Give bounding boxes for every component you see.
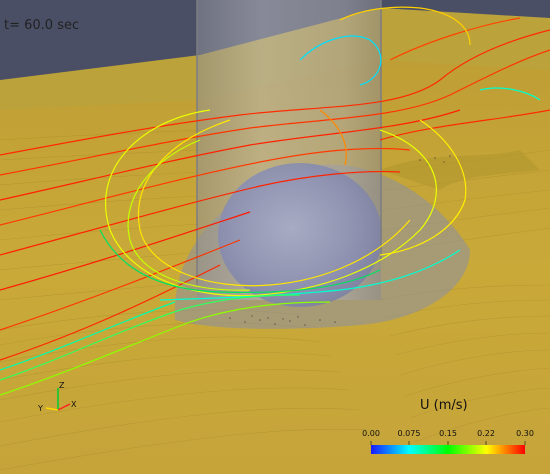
colorbar-tick-label: 0.075 xyxy=(397,429,421,438)
axis-z-label: Z xyxy=(59,381,65,390)
colorbar-tick-label: 0.22 xyxy=(477,429,495,438)
colorbar-ticks: 0.00 0.075 0.15 0.22 0.30 xyxy=(360,429,540,441)
visualization-viewport[interactable]: t= 60.0 sec U (m/s) 0.00 0.075 0.15 0.22… xyxy=(0,0,550,474)
axis-x-label: X xyxy=(71,400,77,409)
axis-y-label: Y xyxy=(37,404,43,413)
axes-triad: Z Y X xyxy=(37,381,77,413)
colorbar-title: U (m/s) xyxy=(420,398,468,413)
colorbar-tick-label: 0.15 xyxy=(439,429,457,438)
time-label: t= 60.0 sec xyxy=(4,18,80,33)
colorbar-bar xyxy=(371,445,525,454)
colorbar-tick-label: 0.00 xyxy=(362,429,380,438)
colorbar-tick-label: 0.30 xyxy=(516,429,534,438)
